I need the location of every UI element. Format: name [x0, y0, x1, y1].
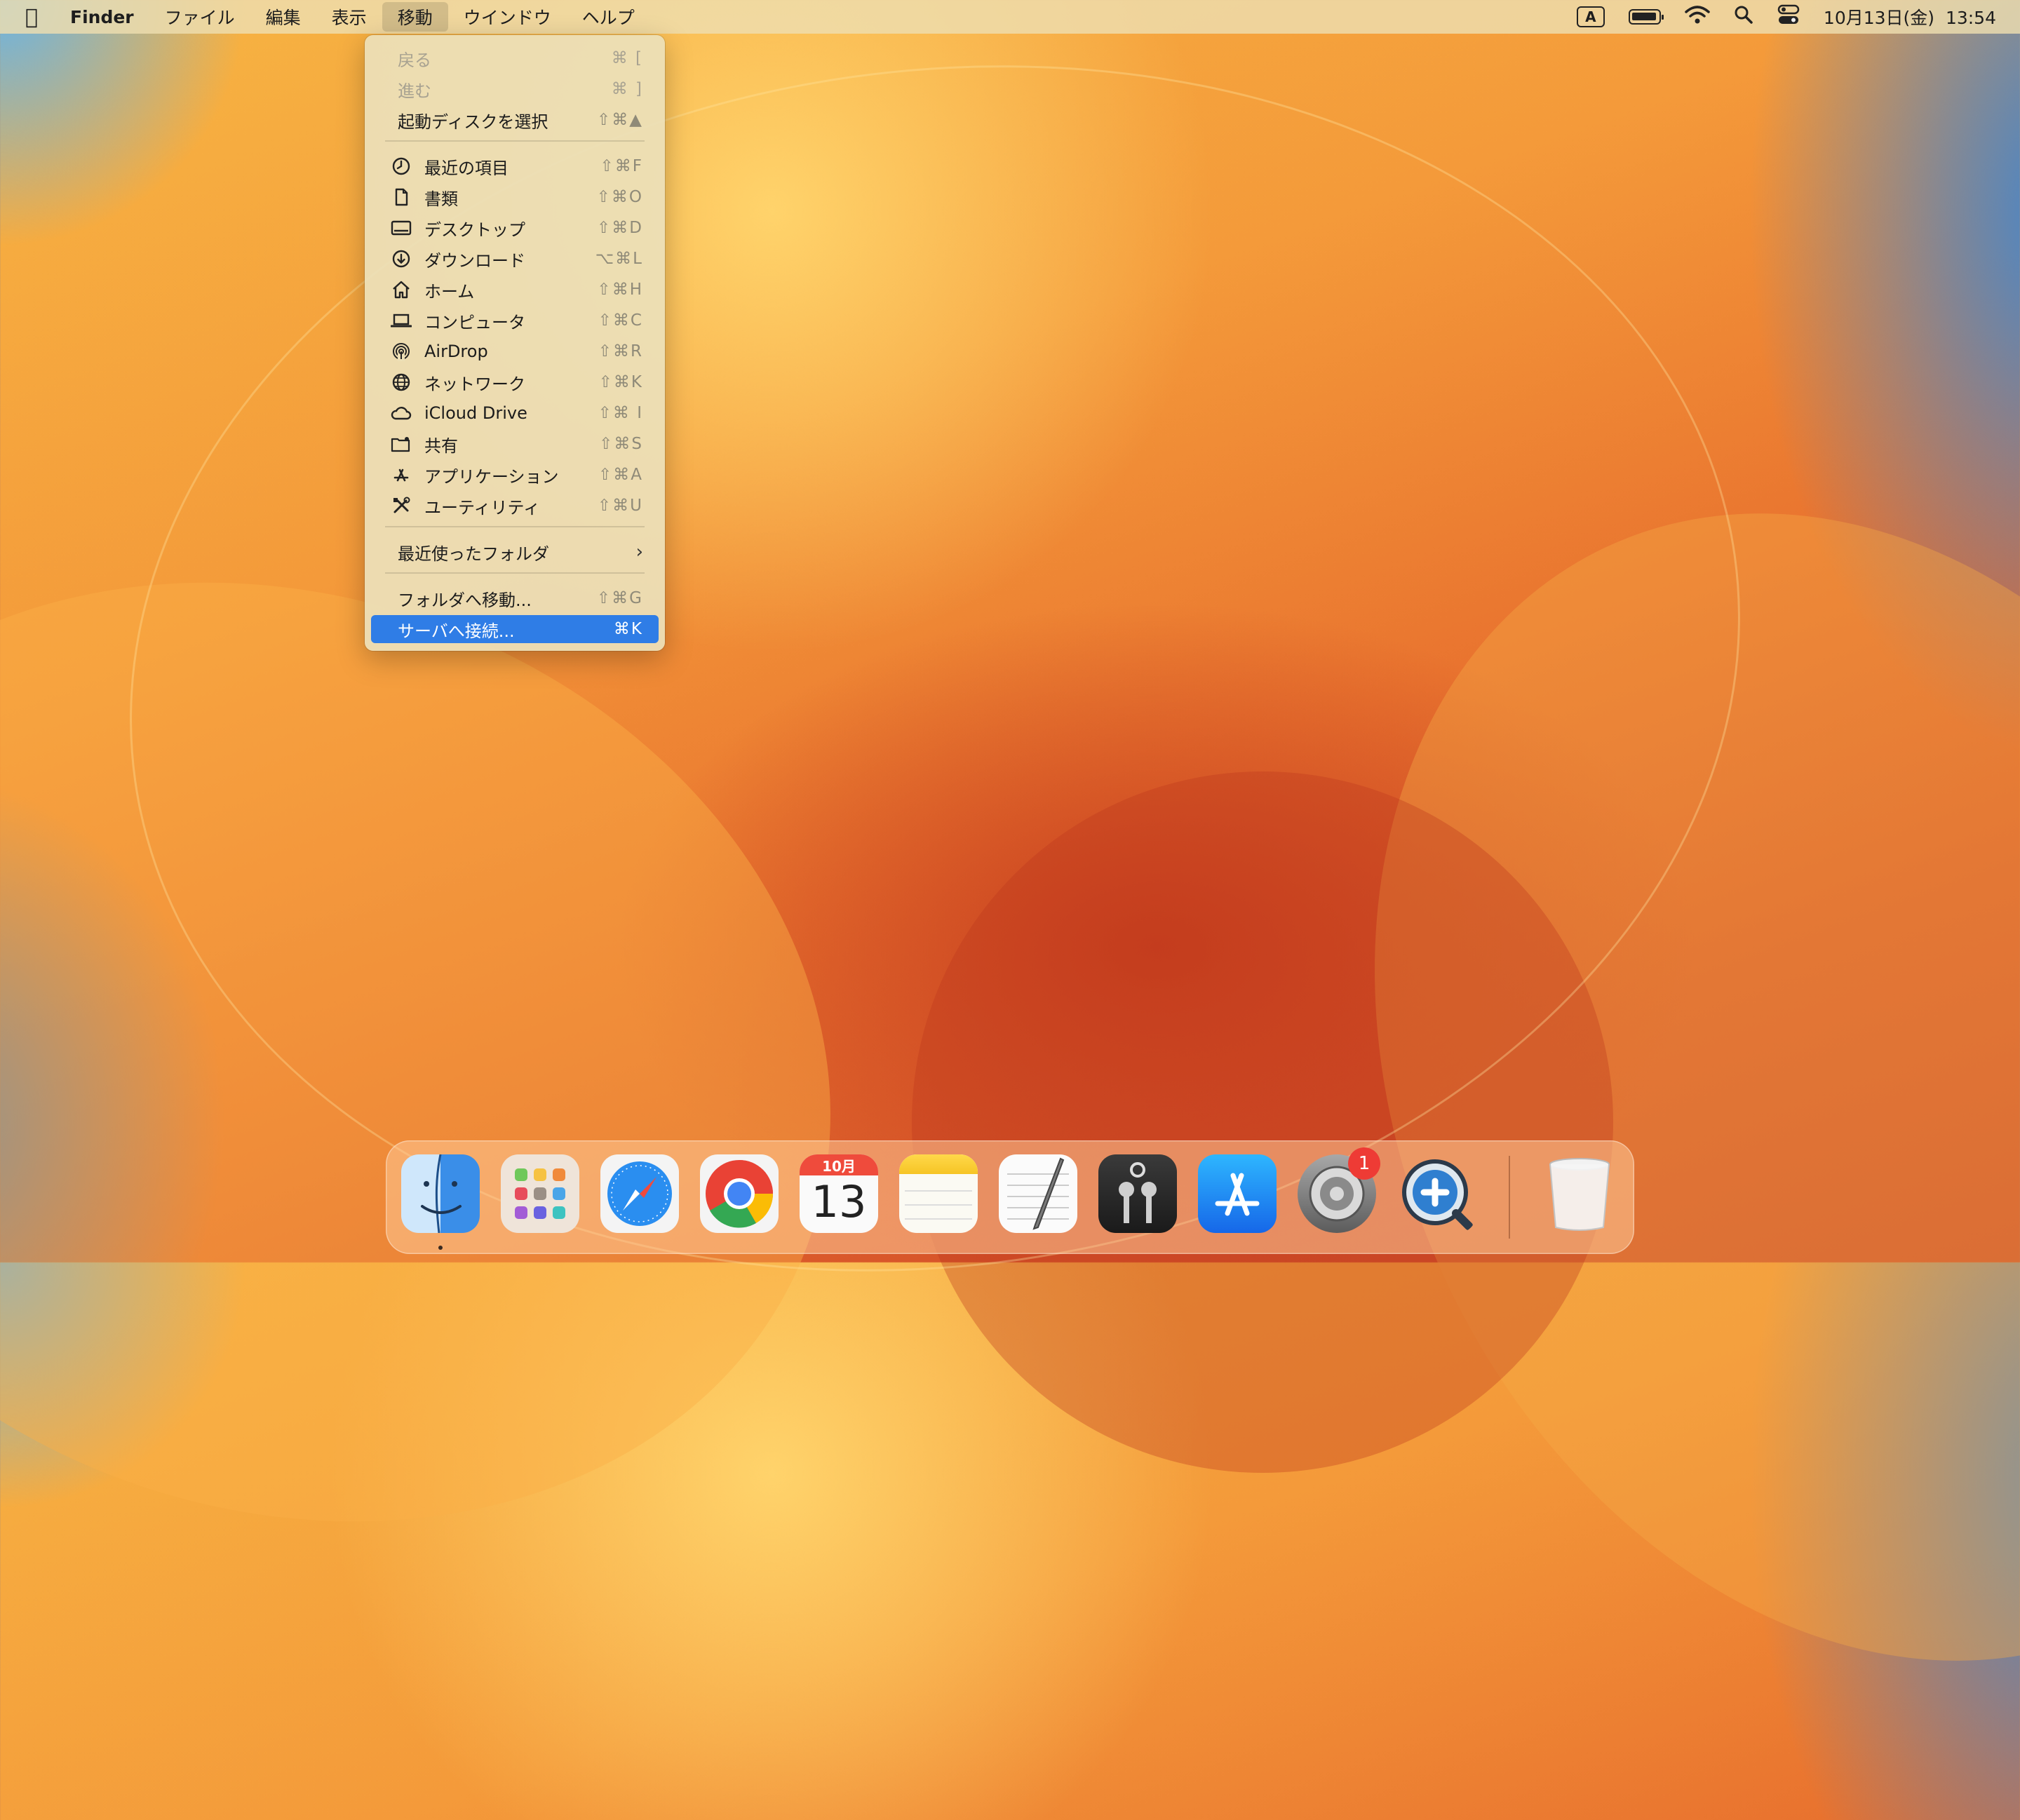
- wifi-icon[interactable]: [1685, 5, 1710, 29]
- menu-item-icloud[interactable]: iCloud Drive ⇧⌘ I: [371, 399, 659, 427]
- menu-separator: [385, 572, 645, 574]
- airdrop-icon: [389, 339, 413, 363]
- laptop-icon: [389, 309, 413, 332]
- cloud-icon: [389, 401, 413, 425]
- menu-item-computer[interactable]: コンピュータ ⇧⌘C: [371, 306, 659, 335]
- chevron-right-icon: ›: [635, 541, 643, 562]
- input-method-icon[interactable]: A: [1576, 6, 1605, 27]
- safari-icon[interactable]: [600, 1154, 679, 1233]
- control-center-icon[interactable]: [1777, 4, 1800, 29]
- menu-item-recent-folders[interactable]: 最近使ったフォルダ ›: [371, 538, 659, 566]
- menu-item-startup-disk[interactable]: 起動ディスクを選択 ⇧⌘▲: [371, 106, 659, 134]
- menu-view[interactable]: 表示: [316, 0, 382, 34]
- menu-window[interactable]: ウインドウ: [448, 0, 567, 34]
- notes-icon[interactable]: [899, 1154, 978, 1233]
- menu-item-forward[interactable]: 進む ⌘ ]: [371, 75, 659, 103]
- tools-icon: [389, 494, 413, 518]
- menu-item-shared[interactable]: 共有 ⇧⌘S: [371, 430, 659, 458]
- shared-folder-icon: [389, 432, 413, 456]
- dock-divider: [1509, 1156, 1510, 1239]
- menu-item-go-to-folder[interactable]: フォルダへ移動... ⇧⌘G: [371, 584, 659, 612]
- chrome-icon[interactable]: [700, 1154, 779, 1233]
- launchpad-icon[interactable]: [501, 1154, 579, 1233]
- apple-menu-icon[interactable]: : [0, 0, 55, 34]
- menu-item-airdrop[interactable]: AirDrop ⇧⌘R: [371, 337, 659, 365]
- clock-icon: [389, 154, 413, 178]
- menu-item-recents[interactable]: 最近の項目 ⇧⌘F: [371, 152, 659, 180]
- menu-go[interactable]: 移動: [382, 2, 448, 32]
- menu-bar:  Finder ファイル 編集 表示 移動 ウインドウ ヘルプ A 10月13…: [0, 0, 2020, 34]
- document-icon: [389, 185, 413, 209]
- app-store-icon[interactable]: [1198, 1154, 1277, 1233]
- menu-item-back[interactable]: 戻る ⌘ [: [371, 44, 659, 72]
- menu-item-home[interactable]: ホーム ⇧⌘H: [371, 276, 659, 304]
- applications-icon: [389, 463, 413, 487]
- textedit-icon[interactable]: [999, 1154, 1077, 1233]
- finder-icon[interactable]: [401, 1154, 480, 1233]
- battery-icon[interactable]: [1628, 9, 1664, 25]
- home-icon: [389, 278, 413, 302]
- menu-item-connect-to-server[interactable]: サーバへ接続... ⌘K: [371, 615, 659, 643]
- go-menu-dropdown: 戻る ⌘ [ 進む ⌘ ] 起動ディスクを選択 ⇧⌘▲ 最近の項目 ⇧⌘F 書類 ⇧⌘O …: [365, 35, 665, 651]
- menu-item-utilities[interactable]: ユーティリティ ⇧⌘U: [371, 492, 659, 520]
- notification-badge: 1: [1348, 1147, 1380, 1180]
- calendar-icon[interactable]: 10月 13: [800, 1154, 878, 1233]
- menu-file[interactable]: ファイル: [149, 0, 250, 34]
- menu-edit[interactable]: 編集: [250, 0, 316, 34]
- desktop-icon: [389, 216, 413, 240]
- download-icon: [389, 247, 413, 271]
- app-menu-finder[interactable]: Finder: [55, 0, 149, 34]
- menu-item-downloads[interactable]: ダウンロード ⌥⌘L: [371, 245, 659, 273]
- menu-separator: [385, 140, 645, 142]
- zoom-utility-icon[interactable]: [1397, 1154, 1476, 1233]
- menu-help[interactable]: ヘルプ: [567, 0, 650, 34]
- menu-item-network[interactable]: ネットワーク ⇧⌘K: [371, 368, 659, 396]
- keychain-icon[interactable]: [1098, 1154, 1177, 1233]
- calendar-day: 13: [811, 1176, 867, 1227]
- menu-separator: [385, 526, 645, 527]
- calendar-month: 10月: [800, 1154, 878, 1175]
- menu-item-desktop[interactable]: デスクトップ ⇧⌘D: [371, 214, 659, 242]
- menubar-clock[interactable]: 10月13日(金) 13:54: [1824, 4, 1996, 29]
- menu-item-applications[interactable]: アプリケーション ⇧⌘A: [371, 461, 659, 489]
- trash-icon[interactable]: [1540, 1154, 1619, 1233]
- menu-item-documents[interactable]: 書類 ⇧⌘O: [371, 183, 659, 211]
- running-indicator: [438, 1246, 443, 1250]
- globe-icon: [389, 370, 413, 394]
- search-icon[interactable]: [1734, 5, 1753, 29]
